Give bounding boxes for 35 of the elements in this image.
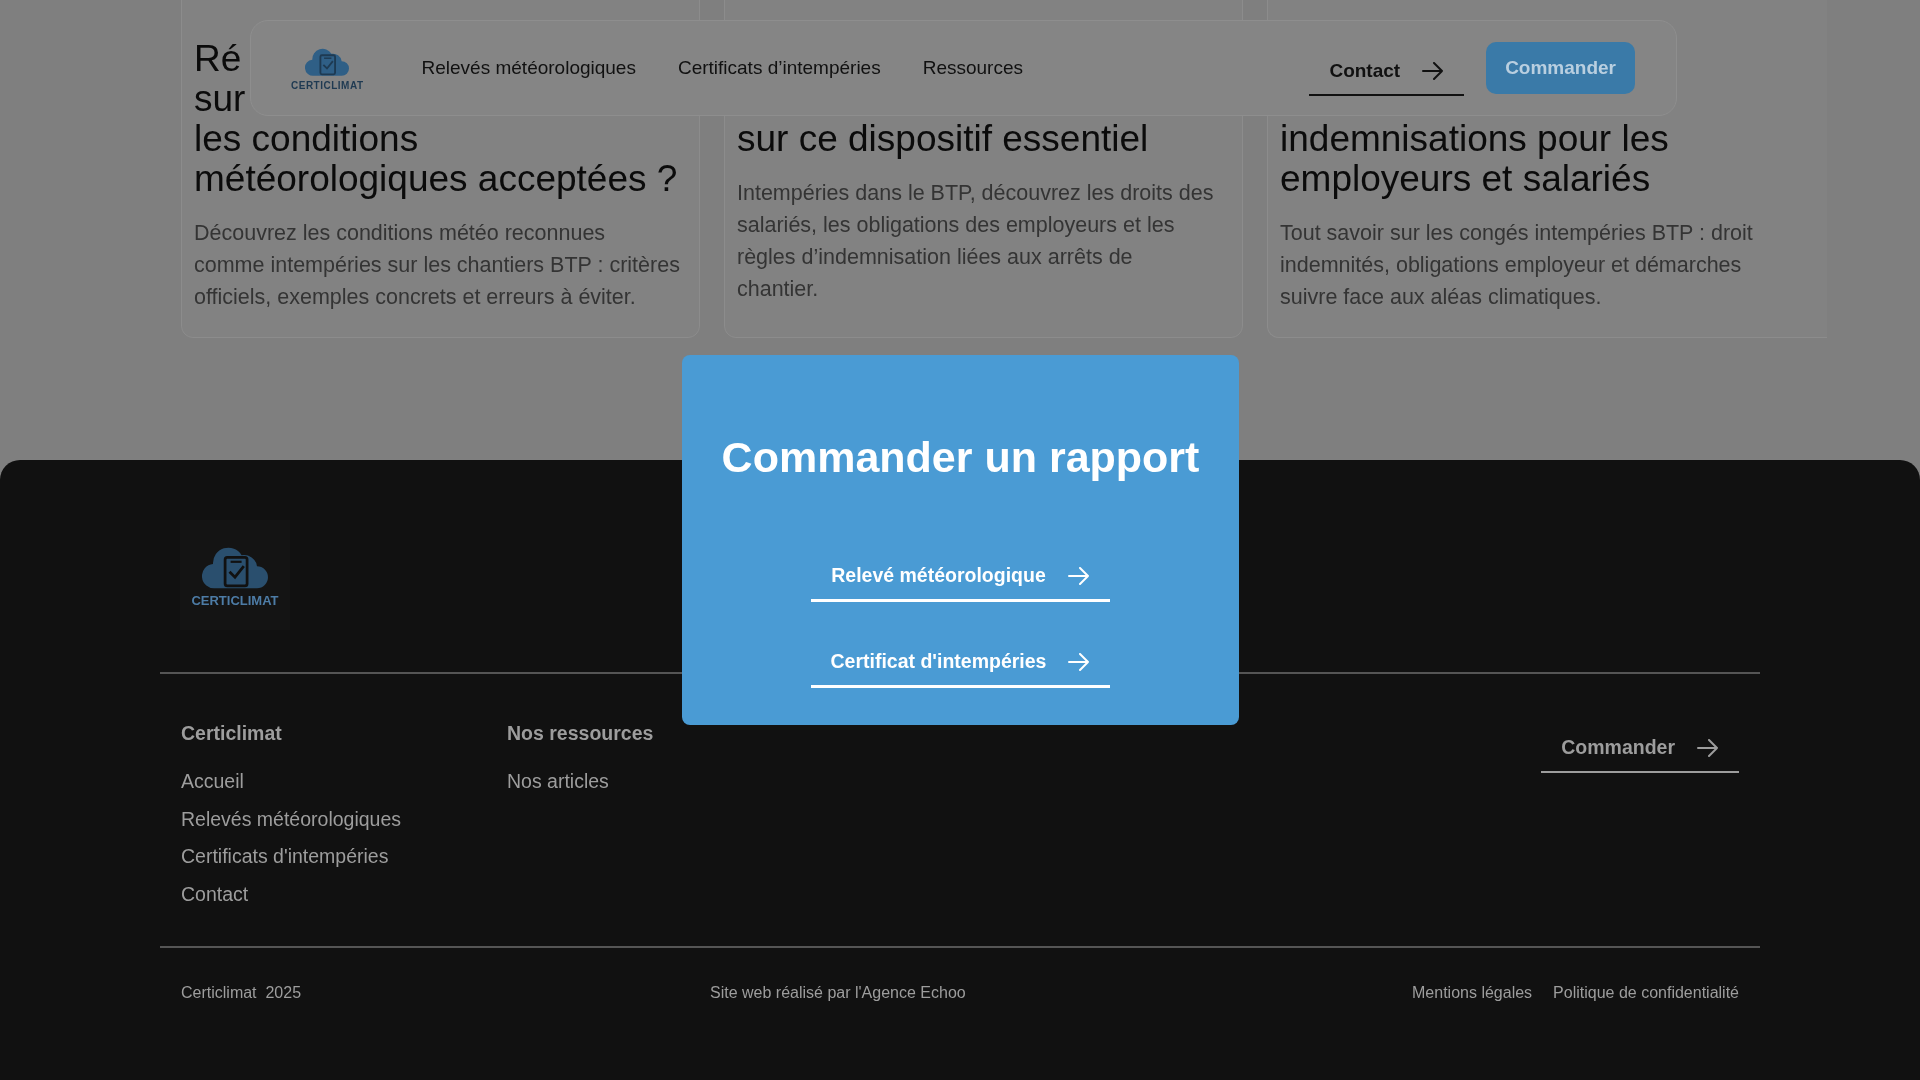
- report-link[interactable]: Certificat d'intempéries: [810, 642, 1111, 688]
- arrow-right-icon: [1422, 62, 1445, 80]
- agency-credit-link[interactable]: Site web réalisé par l'Agence Echoo: [710, 984, 966, 1002]
- article-title: sur: [194, 79, 246, 119]
- article-title: sur ce dispositif essentiel: [737, 119, 1149, 159]
- footer-link[interactable]: Contact: [181, 875, 507, 913]
- footer-link[interactable]: Nos articles: [507, 763, 833, 801]
- article-description: Découvrez les conditions météo reconnues comme intempéries sur les chantiers BTP : critères officiels, exemples concrets et erreurs à éviter.: [194, 220, 681, 311]
- arrow-right-icon: [1068, 652, 1091, 671]
- logo-text: CERTICLIMAT: [291, 79, 364, 91]
- contact-link[interactable]: Contact: [1309, 48, 1465, 96]
- column-heading: Nos ressources: [507, 722, 655, 745]
- legal-link[interactable]: Mentions légales: [1412, 984, 1533, 1002]
- article-description: Tout savoir sur les congés intempéries BTP : droit indemnités, obligations employeur et démarches suivre face aux aléas climatiques.: [1280, 220, 1754, 311]
- arrow-right-icon: [1697, 738, 1719, 757]
- logo-text: CERTICLIMAT: [191, 592, 279, 608]
- column-heading: Certiclimat: [181, 722, 283, 745]
- article-title: les conditions: [194, 119, 419, 159]
- article-title: Ré: [194, 39, 242, 79]
- legal-link[interactable]: Politique de confidentialité: [1553, 984, 1739, 1002]
- nav-link[interactable]: Relevés météorologiques: [421, 57, 636, 79]
- dialog-title: Commander un rapport: [721, 433, 1200, 482]
- copyright-text: Certiclimat 2025: [181, 984, 302, 1002]
- article-title: employeurs et salariés: [1280, 159, 1651, 199]
- article-title: météorologiques acceptées ?: [194, 159, 678, 199]
- footer-link[interactable]: Certificats d'intempéries: [181, 838, 507, 876]
- report-link[interactable]: Relevé météorologique: [811, 556, 1110, 602]
- footer-link[interactable]: Relevés météorologiques: [181, 800, 507, 838]
- nav-link[interactable]: Ressources: [922, 57, 1023, 79]
- order-link[interactable]: Commander: [1541, 730, 1739, 773]
- arrow-right-icon: [1067, 566, 1090, 585]
- article-description: Intempéries dans le BTP, découvrez les droits des salariés, les obligations des employeurs et les règles d’indemnisation liées aux arrêts de chantier.: [737, 180, 1215, 303]
- footer-link[interactable]: Accueil: [181, 763, 507, 801]
- article-title: indemnisations pour les: [1280, 119, 1669, 159]
- order-button[interactable]: Commander: [1486, 42, 1635, 94]
